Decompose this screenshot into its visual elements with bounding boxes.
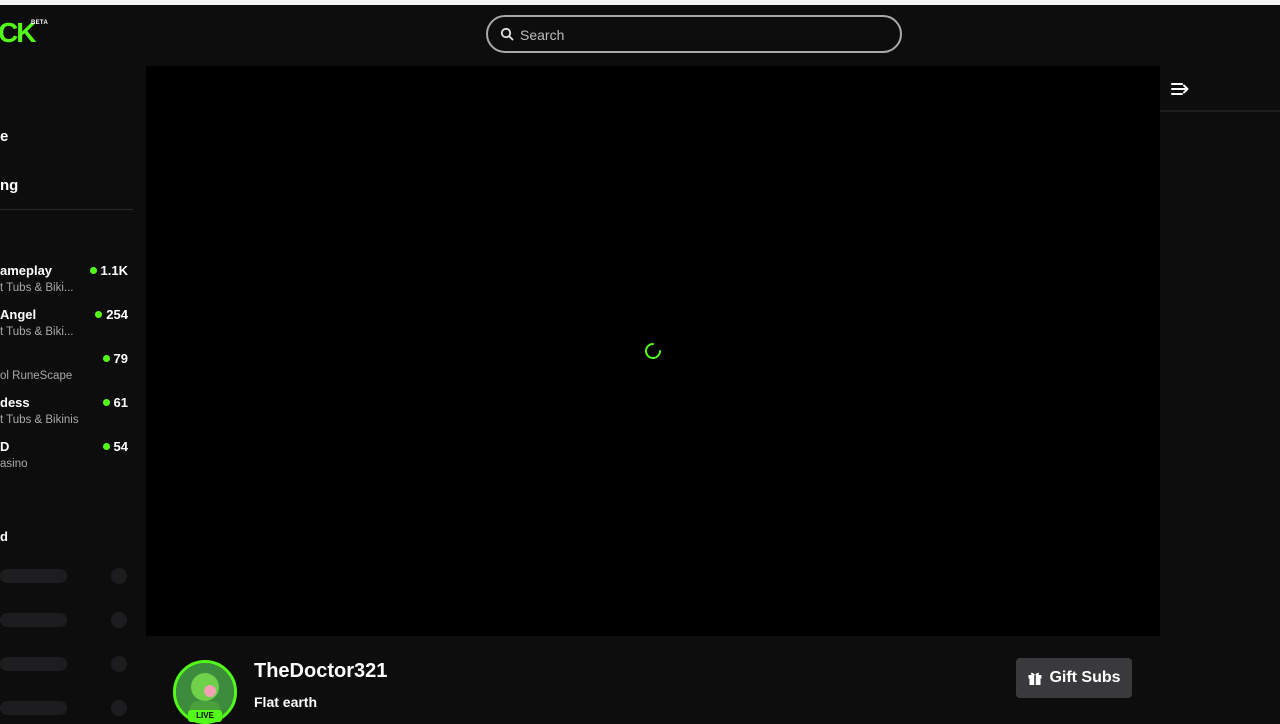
live-dot	[102, 443, 110, 450]
gift-subs-button[interactable]: Gift Subs	[1016, 658, 1132, 698]
sidebar-item-home[interactable]: e	[0, 128, 8, 145]
viewer-count: 54	[102, 439, 128, 454]
live-dot	[102, 355, 110, 362]
skeleton-item	[0, 657, 67, 671]
live-dot	[102, 399, 110, 406]
channel-category: t Tubs & Biki...	[0, 326, 74, 338]
collapse-chat-icon[interactable]	[1170, 80, 1190, 98]
sidebar: e ng ameplay 1.1K t Tubs & Biki... Angel…	[0, 60, 136, 720]
live-dot	[89, 267, 97, 274]
recommended-heading: d	[0, 529, 8, 544]
skeleton-dot	[111, 568, 127, 584]
channel-item[interactable]: dess 61 t Tubs & Bikinis	[0, 395, 132, 435]
viewer-count: 1.1K	[89, 263, 128, 278]
search-icon	[500, 27, 514, 41]
channel-name: ameplay	[0, 263, 53, 278]
search-input[interactable]: Search	[486, 15, 902, 53]
beta-badge: BETA	[31, 20, 49, 26]
channel-item[interactable]: 79 ol RuneScape	[0, 351, 132, 391]
viewer-count: 254	[95, 307, 128, 322]
gift-icon	[1028, 672, 1042, 685]
channel-name: D	[0, 439, 10, 454]
skeleton-item	[0, 613, 67, 627]
channel-item[interactable]: D 54 asino	[0, 439, 132, 479]
top-edge-strip	[0, 0, 1280, 5]
skeleton-dot	[111, 700, 127, 716]
channel-category: asino	[0, 458, 28, 470]
channel-category: t Tubs & Biki...	[0, 282, 74, 294]
search-placeholder: Search	[520, 27, 565, 43]
channel-name: dess	[0, 395, 30, 410]
skeleton-item	[0, 701, 67, 715]
viewer-count: 79	[102, 351, 128, 366]
viewer-count: 61	[102, 395, 128, 410]
stream-title: Flat earth	[254, 694, 318, 710]
sidebar-item-following[interactable]: ng	[0, 177, 18, 194]
site-logo[interactable]: CK BETA	[0, 18, 60, 48]
video-player[interactable]	[146, 66, 1160, 636]
gift-subs-label: Gift Subs	[1049, 669, 1121, 686]
streamer-name[interactable]: TheDoctor321	[254, 660, 387, 683]
skeleton-item	[0, 569, 67, 583]
loading-spinner-icon	[645, 343, 661, 359]
live-badge: LIVE	[188, 710, 222, 722]
skeleton-dot	[111, 612, 127, 628]
sidebar-divider	[0, 209, 133, 210]
logo-wordmark: CK	[0, 17, 36, 48]
channel-name: Angel	[0, 307, 37, 322]
skeleton-dot	[111, 656, 127, 672]
channel-item[interactable]: Angel 254 t Tubs & Biki...	[0, 307, 132, 347]
channel-category: t Tubs & Bikinis	[0, 414, 79, 426]
channel-item[interactable]: ameplay 1.1K t Tubs & Biki...	[0, 263, 132, 303]
live-dot	[95, 311, 103, 318]
channel-category: ol RuneScape	[0, 370, 73, 382]
